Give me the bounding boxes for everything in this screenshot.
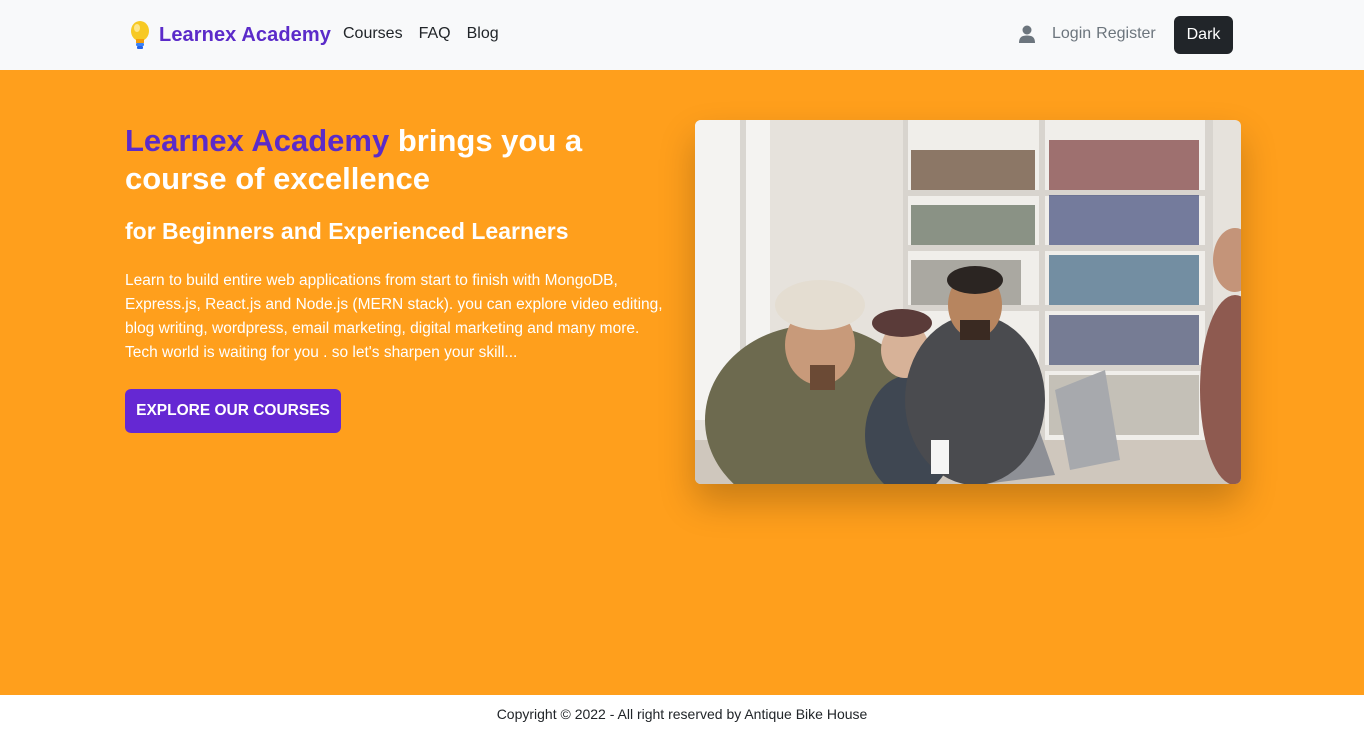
hero-text: Learnex Academy brings you a course of e…	[125, 122, 670, 433]
user-icon[interactable]	[1019, 25, 1035, 43]
lightbulb-icon	[131, 21, 149, 49]
nav-link-faq[interactable]: FAQ	[419, 25, 451, 43]
nav-link-courses[interactable]: Courses	[343, 25, 403, 43]
hero-section: Learnex Academy brings you a course of e…	[0, 70, 1364, 695]
dark-mode-button[interactable]: Dark	[1174, 16, 1233, 54]
hero-description: Learn to build entire web applications f…	[125, 272, 663, 361]
register-link[interactable]: Register	[1096, 25, 1156, 43]
hero-subtitle: for Beginners and Experienced Learners	[125, 218, 569, 244]
login-link[interactable]: Login	[1052, 25, 1091, 43]
explore-courses-button[interactable]: EXPLORE OUR COURSES	[125, 389, 341, 433]
navbar: Learnex Academy Courses FAQ Blog Login R…	[0, 0, 1364, 70]
user-area: Login Register	[1019, 25, 1161, 43]
footer: Copyright © 2022 - All right reserved by…	[0, 695, 1364, 736]
nav-link-blog[interactable]: Blog	[467, 25, 499, 43]
nav-links: Courses FAQ Blog	[343, 25, 515, 43]
hero-title: Learnex Academy brings you a course of e…	[125, 122, 670, 198]
brand-name: Learnex Academy	[159, 23, 331, 46]
brand-link[interactable]: Learnex Academy	[127, 20, 331, 50]
students-photo	[695, 120, 1241, 484]
hero-title-accent: Learnex Academy	[125, 123, 390, 158]
hero-image	[695, 120, 1241, 484]
copyright-text: Copyright © 2022 - All right reserved by…	[496, 706, 868, 722]
